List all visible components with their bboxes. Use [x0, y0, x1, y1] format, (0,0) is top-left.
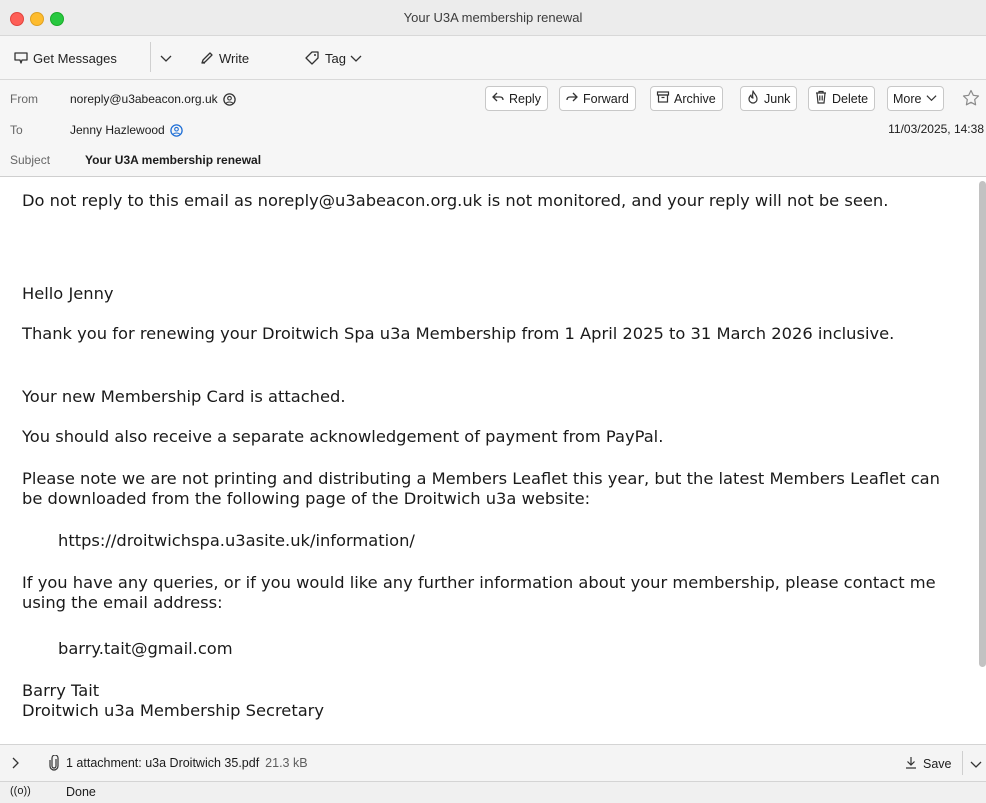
more-button[interactable]: More	[887, 86, 945, 111]
chevron-right-icon[interactable]	[10, 757, 20, 772]
to-field[interactable]: Jenny Hazlewood	[70, 123, 183, 137]
reply-label: Reply	[509, 91, 541, 106]
message-body: Do not reply to this email as noreply@u3…	[0, 177, 986, 744]
body-paragraph: Do not reply to this email as noreply@u3…	[22, 191, 889, 210]
tag-button[interactable]: Tag	[304, 46, 362, 70]
subject-value: Your U3A membership renewal	[85, 153, 262, 167]
body-scrollbar[interactable]	[979, 181, 986, 667]
archive-label: Archive	[674, 91, 716, 106]
status-bar: ((o)) Done	[0, 782, 986, 803]
tag-label: Tag	[325, 50, 346, 66]
archive-button[interactable]: Archive	[650, 86, 723, 111]
pencil-icon	[199, 51, 214, 66]
junk-flame-icon	[746, 90, 760, 107]
body-paragraph: Please note we are not printing and dist…	[22, 469, 940, 508]
message-header: From noreply@u3abeacon.org.uk Reply Forw…	[0, 80, 986, 177]
contact-icon[interactable]	[222, 92, 236, 106]
tag-icon	[304, 50, 320, 66]
to-label: To	[10, 123, 23, 137]
message-date: 11/03/2025, 14:38	[888, 122, 984, 136]
activity-icon: ((o))	[10, 785, 31, 797]
get-messages-button[interactable]: Get Messages	[13, 46, 117, 70]
attachment-separator	[962, 751, 963, 775]
delete-label: Delete	[832, 91, 869, 106]
forward-icon	[565, 91, 579, 106]
signature-name: Barry Tait	[22, 681, 100, 700]
forward-button[interactable]: Forward	[559, 86, 636, 111]
status-text: Done	[66, 785, 96, 799]
from-field[interactable]: noreply@u3abeacon.org.uk	[70, 92, 236, 106]
chevron-down-icon	[350, 52, 362, 64]
from-address[interactable]: noreply@u3abeacon.org.uk	[70, 92, 218, 106]
attachment-bar: 1 attachment: u3a Droitwich 35.pdf 21.3 k…	[0, 744, 986, 782]
write-label: Write	[219, 50, 250, 66]
toolbar-separator	[150, 42, 151, 72]
chevron-down-icon	[159, 51, 173, 65]
reply-button[interactable]: Reply	[485, 86, 548, 111]
save-attachment-button[interactable]: Save	[905, 756, 952, 772]
reply-icon	[491, 91, 505, 106]
trash-icon	[814, 90, 828, 107]
save-label: Save	[923, 757, 952, 771]
chevron-down-icon[interactable]	[970, 759, 982, 773]
from-label: From	[10, 92, 38, 106]
contact-icon[interactable]	[169, 123, 183, 137]
contact-email[interactable]: barry.tait@gmail.com	[58, 639, 986, 659]
more-label: More	[893, 91, 922, 106]
junk-label: Junk	[764, 91, 791, 106]
chevron-down-icon	[926, 92, 937, 106]
attachment-size: 21.3 kB	[265, 756, 308, 770]
download-icon	[905, 756, 917, 772]
get-messages-dropdown[interactable]	[159, 46, 173, 70]
archive-icon	[656, 90, 670, 107]
get-messages-icon	[13, 50, 29, 66]
body-paragraph: You should also receive a separate ackno…	[22, 427, 664, 446]
information-link[interactable]: https://droitwichspa.u3asite.uk/informat…	[58, 531, 986, 551]
forward-label: Forward	[583, 91, 629, 106]
window-title: Your U3A membership renewal	[403, 10, 583, 25]
junk-button[interactable]: Junk	[740, 86, 798, 111]
delete-button[interactable]: Delete	[808, 86, 876, 111]
body-paragraph: Thank you for renewing your Droitwich Sp…	[22, 324, 895, 343]
body-paragraph: Your new Membership Card is attached.	[22, 387, 346, 406]
write-button[interactable]: Write	[199, 46, 249, 70]
paperclip-icon	[48, 754, 60, 774]
body-paragraph: If you have any queries, or if you would…	[22, 573, 936, 612]
to-recipient[interactable]: Jenny Hazlewood	[70, 123, 165, 137]
star-icon[interactable]	[962, 89, 980, 112]
body-paragraph: Hello Jenny	[22, 284, 114, 303]
signature-title: Droitwich u3a Membership Secretary	[22, 701, 325, 720]
attachment-name[interactable]: 1 attachment: u3a Droitwich 35.pdf	[66, 756, 259, 770]
get-messages-label: Get Messages	[33, 50, 117, 66]
toolbar: Get Messages Write Tag	[0, 36, 986, 80]
subject-label: Subject	[10, 153, 51, 167]
attachment-summary[interactable]: 1 attachment: u3a Droitwich 35.pdf 21.3 k…	[66, 756, 308, 770]
title-bar: Your U3A membership renewal	[0, 0, 986, 36]
